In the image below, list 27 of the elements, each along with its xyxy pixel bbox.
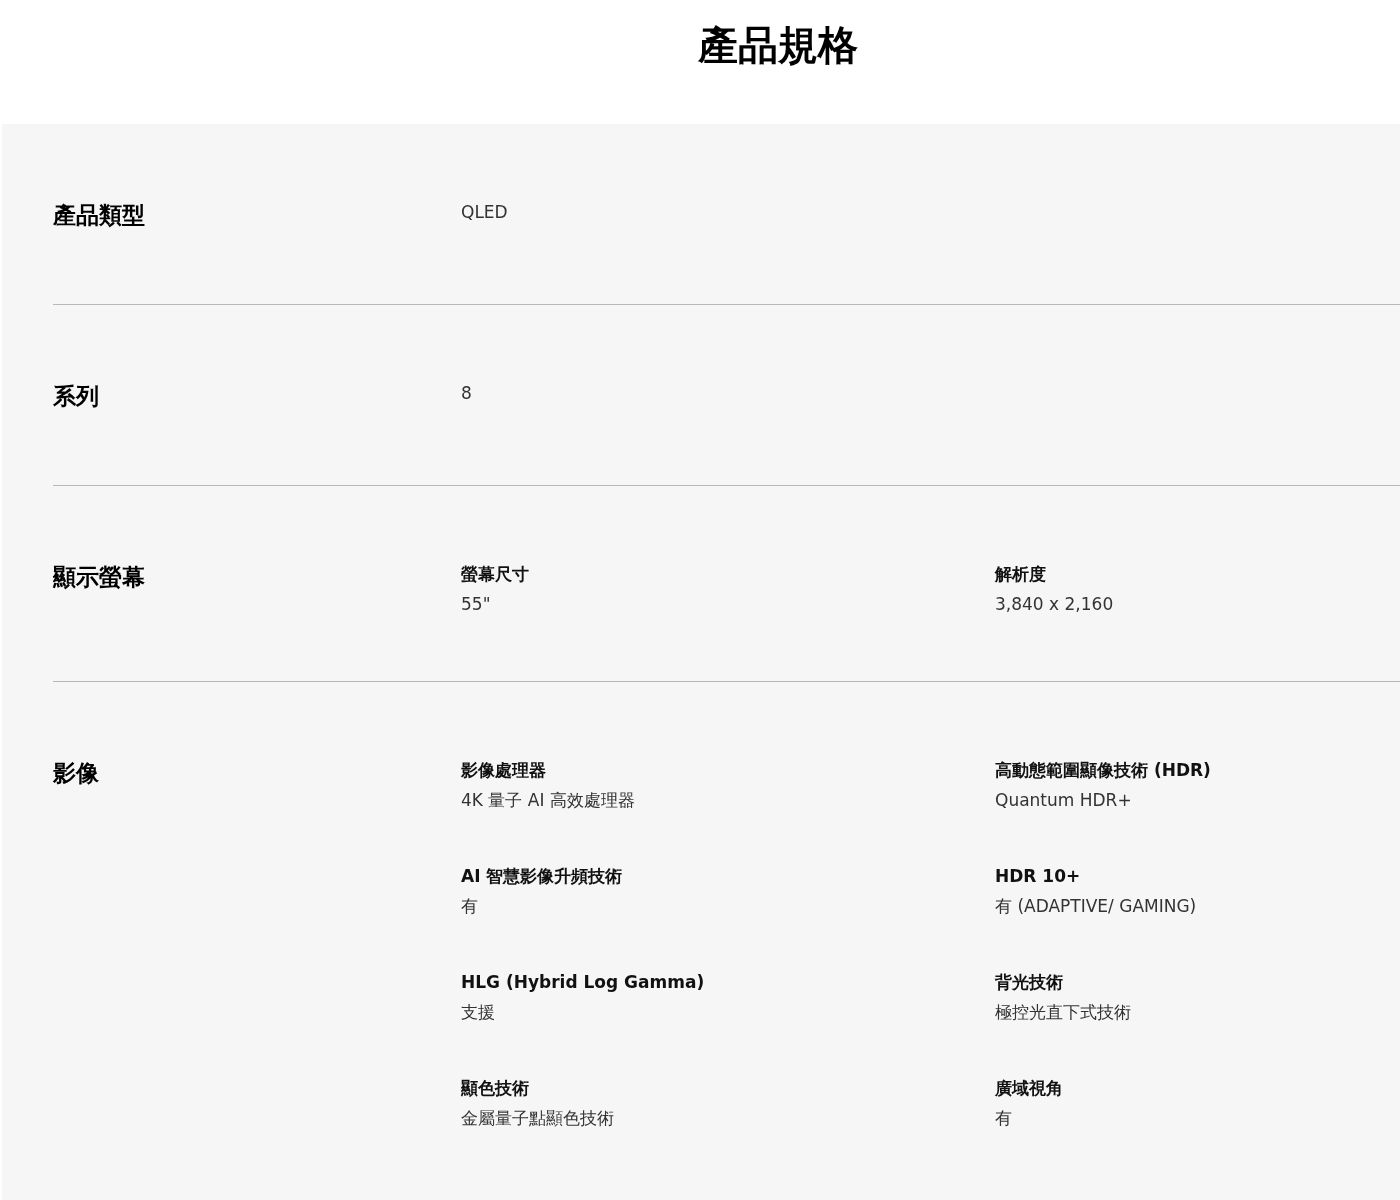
section-title: 影像 [53,759,100,788]
spec-value: QLED [461,201,509,224]
spec-value: 8 [461,382,473,405]
spec-label: 解析度 [995,563,1047,586]
section-title: 顯示螢幕 [53,563,146,592]
spec-label: AI 智慧影像升頻技術 [461,865,624,888]
section-title: 產品類型 [53,201,146,230]
spec-value: 有 [461,895,479,918]
spec-label: 背光技術 [995,971,1064,994]
spec-label: 顯色技術 [461,1077,530,1100]
spec-value: 3,840 x 2,160 [995,593,1114,616]
page-title: 產品規格 [697,21,859,70]
spec-label: 影像處理器 [461,759,547,782]
spec-value: 4K 量子 AI 高效處理器 [461,789,636,812]
spec-label: 高動態範圍顯像技術 (HDR) [995,759,1211,782]
spec-value: 有 (ADAPTIVE/ GAMING) [995,895,1198,918]
spec-value: 金屬量子點顯色技術 [461,1107,615,1130]
spec-label: HDR 10+ [995,865,1082,888]
spec-value: 有 [995,1107,1013,1130]
spec-label: 廣域視角 [995,1077,1064,1100]
spec-label: 螢幕尺寸 [461,563,530,586]
spec-value: Quantum HDR+ [995,789,1133,812]
spec-label: HLG (Hybrid Log Gamma) [461,971,706,994]
spec-value: 支援 [461,1001,496,1024]
spec-value: 極控光直下式技術 [995,1001,1132,1024]
section-title: 系列 [53,382,100,411]
spec-value: 55" [461,593,492,616]
